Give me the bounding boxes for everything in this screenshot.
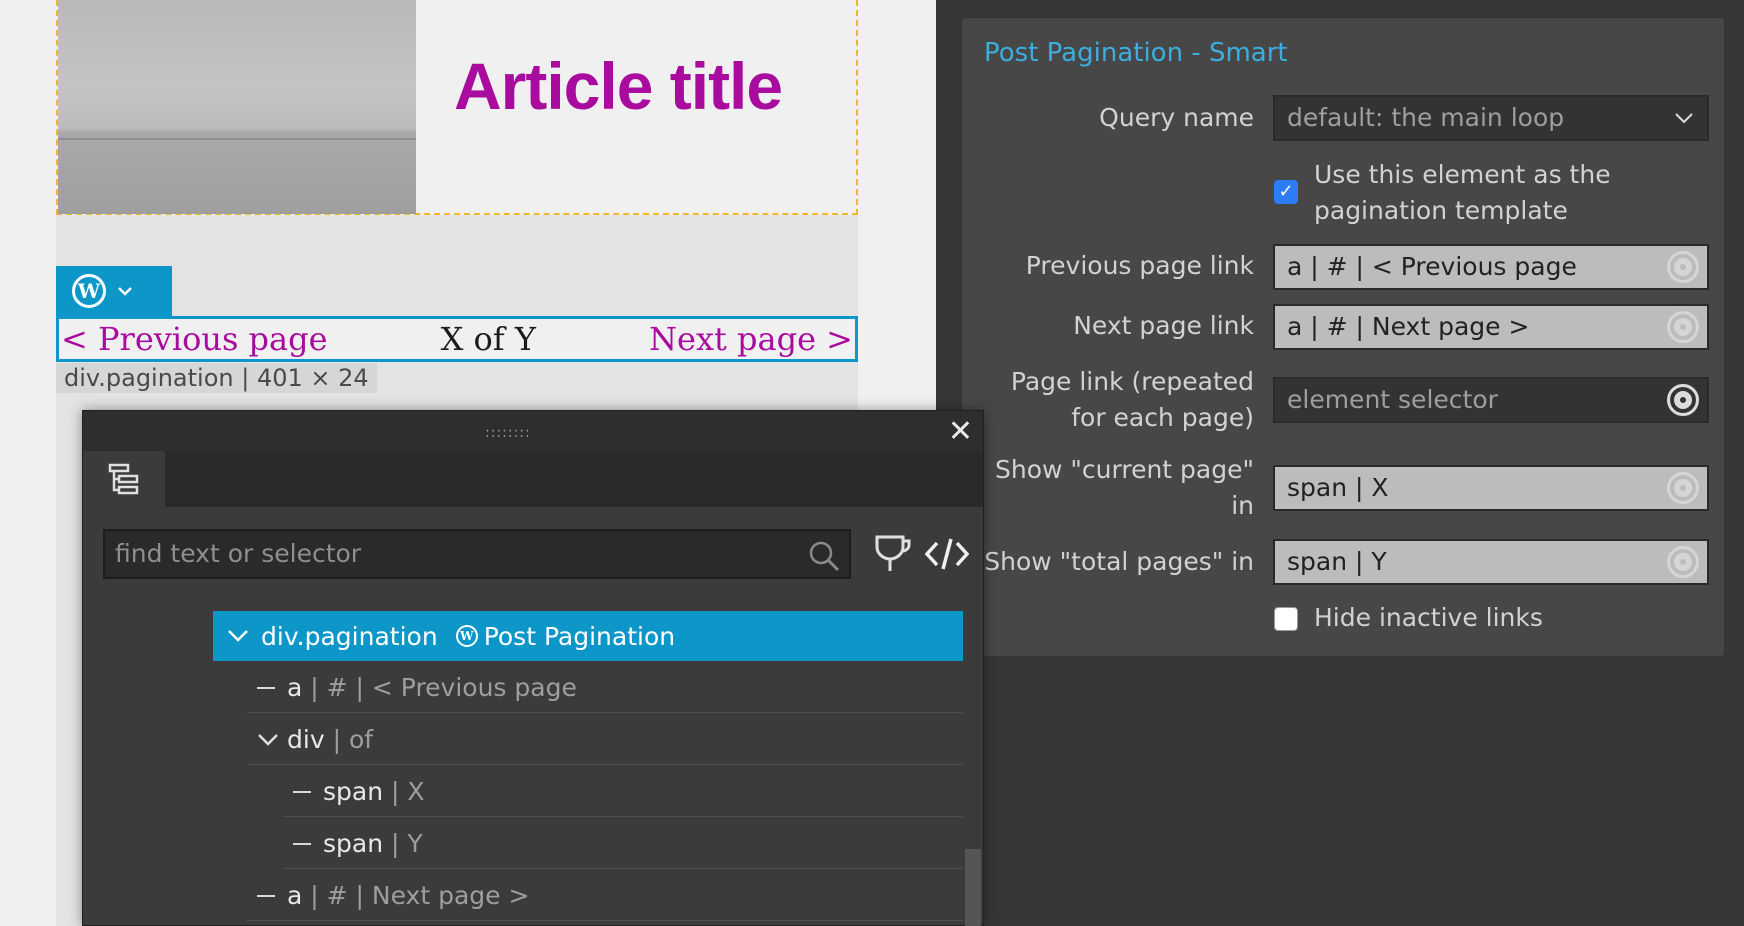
canvas-margin <box>0 0 56 926</box>
query-name-value: default: the main loop <box>1287 103 1565 132</box>
tree-row-tag: a <box>287 673 303 702</box>
next-link-label: Next page link <box>1073 311 1254 340</box>
chevron-down-icon[interactable] <box>118 284 132 298</box>
tree-row[interactable]: a | # | < Previous page <box>247 663 963 713</box>
code-icon[interactable] <box>925 533 969 575</box>
next-link-value: a | # | Next page > <box>1287 312 1530 341</box>
tree-row-tag: div.pagination <box>261 621 438 651</box>
dash-icon <box>257 686 275 689</box>
tree-row[interactable]: span | Y <box>283 819 963 869</box>
tree-row-detail: | Y <box>391 829 423 858</box>
target-picker-icon[interactable] <box>1667 546 1699 578</box>
previous-page-link[interactable]: < Previous page <box>61 320 328 358</box>
tree-row-detail: Post Pagination <box>483 621 676 651</box>
hide-inactive-checkbox[interactable] <box>1274 607 1298 631</box>
wordpress-icon: W <box>72 274 106 308</box>
use-template-checkbox[interactable]: ✓ <box>1274 180 1298 204</box>
tree-row-detail: | of <box>332 725 374 754</box>
settings-title: Post Pagination - Smart <box>984 38 1288 68</box>
dash-icon <box>293 842 311 845</box>
page-link-label-2: for each page) <box>1071 403 1254 432</box>
tree-row[interactable]: div | of <box>247 715 963 765</box>
tree-row-detail: | X <box>391 777 425 806</box>
article-title[interactable]: Article title <box>454 48 783 124</box>
previous-link-value: a | # | < Previous page <box>1287 252 1577 281</box>
current-page-label-2: in <box>1231 491 1254 520</box>
scrollbar[interactable] <box>965 849 981 926</box>
tree-row-detail: | # | < Previous page <box>310 673 577 702</box>
current-page-label-1: Show "current page" <box>995 455 1254 484</box>
previous-link-label: Previous page link <box>1025 251 1254 280</box>
target-picker-icon[interactable] <box>1667 251 1699 283</box>
tree-row-tag: span <box>323 829 384 858</box>
current-page-value: span | X <box>1287 473 1389 502</box>
close-icon[interactable]: ✕ <box>948 417 973 447</box>
total-pages-field[interactable]: span | Y <box>1273 539 1709 585</box>
previous-link-field[interactable]: a | # | < Previous page <box>1273 244 1709 290</box>
chevron-down-icon[interactable] <box>257 733 279 747</box>
tree-view-tab[interactable] <box>83 451 165 507</box>
panel-drag-handle[interactable]: :::::::: ✕ <box>83 411 983 451</box>
page-counter: X of Y <box>440 320 536 358</box>
search-icon[interactable] <box>807 539 841 573</box>
tree-row-tag: a <box>287 881 303 910</box>
tree-row[interactable]: div.pagination W Post Pagination <box>213 611 963 661</box>
structure-panel: :::::::: ✕ find text or selector div.pag… <box>82 410 984 926</box>
current-page-field[interactable]: span | X <box>1273 465 1709 511</box>
tree-row-detail: | # | Next page > <box>310 881 530 910</box>
page-link-field[interactable]: element selector <box>1273 377 1709 423</box>
element-size-label: div.pagination | 401 × 24 <box>56 363 377 393</box>
tree-search-input[interactable]: find text or selector <box>103 529 851 579</box>
chevron-down-icon <box>1675 113 1693 124</box>
next-page-link[interactable]: Next page > <box>649 320 853 358</box>
tree-structure-icon <box>108 463 139 495</box>
dash-icon <box>257 894 275 897</box>
query-name-label: Query name <box>1099 103 1254 132</box>
page-link-label-1: Page link (repeated <box>1010 367 1254 396</box>
target-picker-icon[interactable] <box>1667 472 1699 504</box>
target-picker-icon[interactable] <box>1667 384 1699 416</box>
chevron-down-icon[interactable] <box>227 629 249 643</box>
grip-icon[interactable]: :::::::: <box>485 425 531 441</box>
use-template-label-1: Use this element as the <box>1314 160 1611 189</box>
trophy-icon[interactable] <box>869 533 911 575</box>
use-template-label-2: pagination template <box>1314 196 1568 225</box>
dash-icon <box>293 790 311 793</box>
tree-row[interactable]: a | # | Next page > <box>247 871 963 921</box>
tree-row-tag: span <box>323 777 384 806</box>
total-pages-value: span | Y <box>1287 547 1387 576</box>
next-link-field[interactable]: a | # | Next page > <box>1273 304 1709 350</box>
query-name-select[interactable]: default: the main loop <box>1273 95 1709 141</box>
total-pages-label: Show "total pages" in <box>984 547 1254 576</box>
tree-row[interactable]: span | X <box>283 767 963 817</box>
element-badge[interactable]: W <box>56 266 172 316</box>
target-picker-icon[interactable] <box>1667 311 1699 343</box>
tree-search-placeholder: find text or selector <box>115 539 362 568</box>
wordpress-icon: W <box>455 625 478 647</box>
pagination-element[interactable]: < Previous page X of Y Next page > <box>56 316 858 362</box>
page-link-placeholder: element selector <box>1287 385 1498 414</box>
panel-tabs <box>83 451 983 507</box>
article-image[interactable] <box>58 0 416 214</box>
hide-inactive-label: Hide inactive links <box>1314 603 1543 632</box>
tree-row-tag: div <box>287 725 325 754</box>
